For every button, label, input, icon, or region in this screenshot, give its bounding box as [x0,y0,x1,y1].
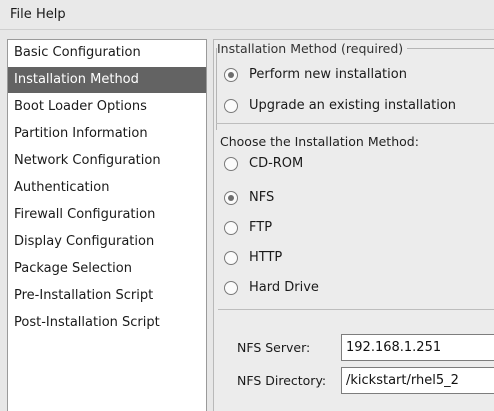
nfs-directory-label: NFS Directory: [237,373,327,388]
menu-bar: File Help [0,0,494,30]
sidebar: Basic Configuration Installation Method … [7,39,207,411]
http-radio[interactable]: HTTP [224,248,282,268]
radio-label: Hard Drive [249,280,319,295]
installation-method-legend: Installation Method (required) [217,42,408,56]
cdrom-radio[interactable]: CD-ROM [224,154,303,174]
kickstart-configurator-window: File Help Basic Configuration Installati… [0,0,494,411]
installation-method-panel: Installation Method (required) Perform n… [213,39,494,411]
radio-label: FTP [249,220,273,235]
nfs-server-label: NFS Server: [237,340,311,355]
nfs-directory-input[interactable] [341,367,494,394]
radio-indicator [224,251,238,265]
nfs-server-input[interactable] [341,334,494,361]
radio-label: CD-ROM [249,156,304,171]
radio-label: Upgrade an existing installation [249,98,457,113]
installation-method-fieldset: Installation Method (required) [216,42,494,130]
installation-method-heading: Choose the Installation Method: [220,134,419,149]
nfs-radio[interactable]: NFS [224,188,274,208]
sidebar-item-package-selection[interactable]: Package Selection [8,256,206,282]
sidebar-item-basic-configuration[interactable]: Basic Configuration [8,40,206,66]
sidebar-item-partition-information[interactable]: Partition Information [8,121,206,147]
sidebar-item-network-configuration[interactable]: Network Configuration [8,148,206,174]
sidebar-item-authentication[interactable]: Authentication [8,175,206,201]
radio-indicator [224,68,238,82]
menu-file[interactable]: File [10,7,32,22]
radio-indicator [224,281,238,295]
upgrade-existing-installation-radio[interactable]: Upgrade an existing installation [224,96,456,116]
radio-label: Perform new installation [249,67,407,82]
radio-indicator [224,221,238,235]
sidebar-item-firewall-configuration[interactable]: Firewall Configuration [8,202,206,228]
radio-indicator [224,191,238,205]
radio-indicator [224,99,238,113]
radio-label: NFS [249,190,275,205]
hard-drive-radio[interactable]: Hard Drive [224,278,319,298]
perform-new-installation-radio[interactable]: Perform new installation [224,65,407,85]
section-divider [218,309,494,310]
section-divider [216,123,494,124]
radio-indicator [224,157,238,171]
radio-label: HTTP [249,250,283,265]
ftp-radio[interactable]: FTP [224,218,272,238]
sidebar-item-display-configuration[interactable]: Display Configuration [8,229,206,255]
sidebar-item-installation-method[interactable]: Installation Method [8,67,206,93]
sidebar-item-boot-loader-options[interactable]: Boot Loader Options [8,94,206,120]
sidebar-item-post-installation-script[interactable]: Post-Installation Script [8,310,206,336]
sidebar-item-pre-installation-script[interactable]: Pre-Installation Script [8,283,206,309]
menu-help[interactable]: Help [36,7,66,22]
